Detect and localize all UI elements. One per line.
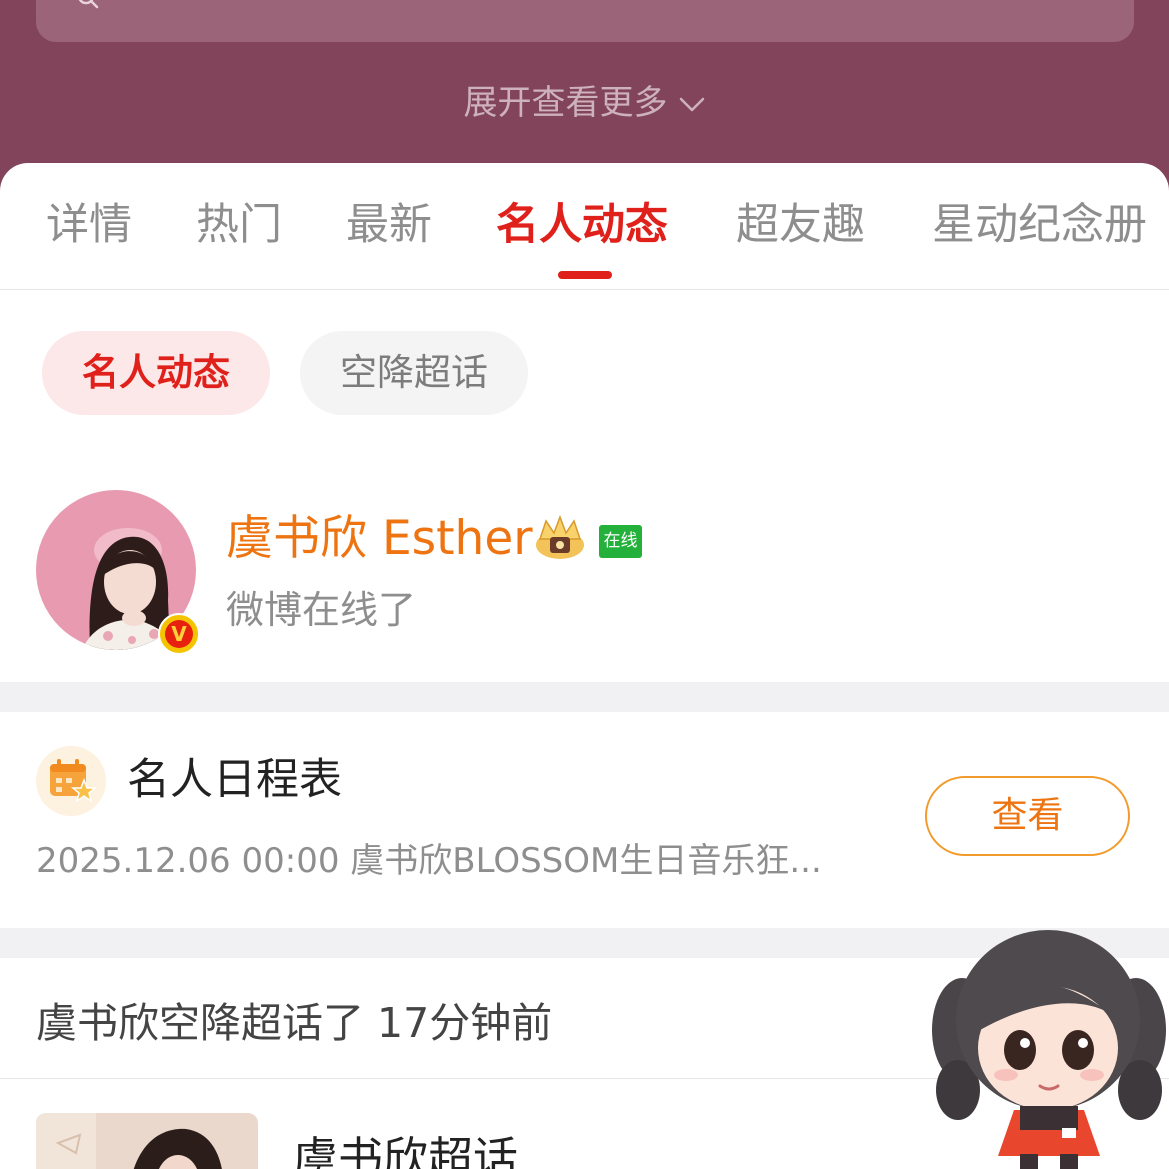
tab-hot[interactable]: 热门: [196, 197, 282, 253]
floating-mascot[interactable]: [928, 920, 1169, 1169]
tab-star-album[interactable]: 星动纪念册: [932, 197, 1147, 253]
tab-bar: 详情 热门 最新 名人动态 超友趣 星动纪念册: [0, 163, 1169, 290]
verified-badge-mark: V: [165, 620, 193, 648]
chevron-down-icon: [679, 97, 704, 111]
verified-badge: V: [158, 613, 200, 655]
post-thumbnail[interactable]: [36, 1113, 258, 1169]
expand-more-label: 展开查看更多: [463, 83, 668, 123]
online-badge: 在线: [599, 525, 642, 558]
view-schedule-button[interactable]: 查看: [925, 776, 1130, 856]
search-bar[interactable]: [36, 0, 1134, 42]
active-tab-indicator: [558, 271, 612, 279]
tab-celebrity-updates[interactable]: 名人动态: [496, 197, 668, 253]
post-title[interactable]: 虞书欣超话: [293, 1129, 518, 1169]
schedule-detail[interactable]: 2025.12.06 00:00 虞书欣BLOSSOM生日音乐狂...: [36, 838, 866, 884]
tab-latest[interactable]: 最新: [346, 197, 432, 253]
chip-celebrity-updates[interactable]: 名人动态: [42, 331, 270, 415]
post-thumbnail-image: [36, 1113, 258, 1169]
crown-icon: [536, 514, 584, 559]
mascot-illustration: [932, 930, 1166, 1169]
search-icon: [78, 0, 99, 9]
feed-header: 虞书欣空降超话了 17分钟前: [36, 999, 553, 1047]
section-divider: [0, 682, 1169, 712]
schedule-title: 名人日程表: [127, 755, 342, 805]
celebrity-status: 微博在线了: [226, 588, 417, 632]
calendar-star-icon: [36, 746, 106, 816]
tab-details[interactable]: 详情: [46, 197, 132, 253]
tab-super-friends[interactable]: 超友趣: [736, 197, 865, 253]
super-topic-page: 展开查看更多 详情 热门 最新 名人动态 超友趣 星动纪念册 名人动态 空降超话: [0, 0, 1169, 1169]
expand-more-link[interactable]: 展开查看更多: [0, 78, 1169, 128]
celebrity-name[interactable]: 虞书欣 Esther: [226, 509, 533, 569]
chip-airdrop-super-topic[interactable]: 空降超话: [300, 331, 528, 415]
